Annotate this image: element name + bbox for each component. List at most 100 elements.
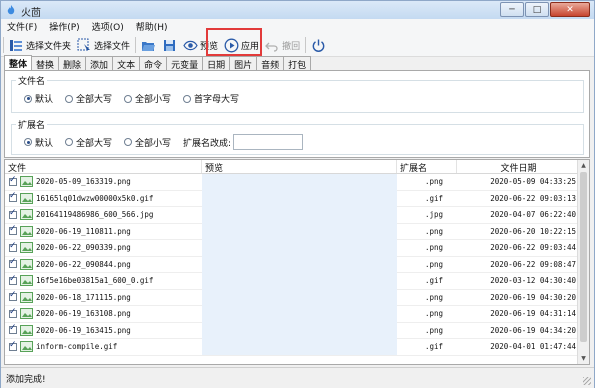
file-name: 2020-06-22_090844.png — [36, 259, 131, 269]
extension-group-label: 扩展名 — [16, 118, 48, 131]
file-name: inform-compile.gif — [36, 342, 118, 352]
tab-add[interactable]: 添加 — [85, 56, 114, 71]
tab-audio[interactable]: 音频 — [256, 56, 285, 71]
row-checkbox[interactable] — [9, 274, 17, 285]
file-thumbnail-icon — [20, 192, 33, 204]
filename-lowercase-radio[interactable]: 全部小写 — [124, 92, 171, 105]
open-button[interactable] — [138, 36, 159, 54]
file-cell: 2020-06-22_090339.png — [5, 241, 202, 254]
file-table: 文件 预览 扩展名 文件日期 2020-05-09_163319.png .png… — [4, 159, 590, 365]
tab-text[interactable]: 文本 — [112, 56, 141, 71]
tab-package[interactable]: 打包 — [283, 56, 312, 71]
undo-icon — [265, 42, 278, 52]
preview-cell — [202, 190, 397, 207]
scroll-thumb[interactable] — [580, 172, 587, 342]
file-name: 2020-06-19_163415.png — [36, 325, 131, 335]
scroll-up-icon[interactable]: ▲ — [579, 161, 588, 170]
date-cell: 2020-06-19 04:31:14 — [490, 309, 576, 319]
col-file-header[interactable]: 文件 — [5, 160, 202, 174]
minimize-button[interactable]: ─ — [500, 2, 524, 17]
scroll-down-icon[interactable]: ▼ — [579, 354, 588, 363]
power-icon — [312, 39, 325, 52]
row-checkbox[interactable] — [9, 340, 17, 351]
tab-command[interactable]: 命令 — [139, 56, 168, 71]
file-thumbnail-icon — [20, 275, 33, 287]
row-checkbox[interactable] — [9, 224, 17, 236]
table-row[interactable]: 2020-05-09_163319.png .png 2020-05-09 04:3… — [5, 173, 578, 191]
menu-help[interactable]: 帮助(H) — [130, 19, 174, 34]
menu-file[interactable]: 文件(F) — [1, 19, 43, 34]
file-name: 20164119486986_600_566.jpg — [36, 210, 154, 220]
col-date-header[interactable]: 文件日期 — [457, 160, 578, 174]
row-checkbox[interactable] — [9, 323, 17, 335]
file-name: 2020-05-09_163319.png — [36, 177, 131, 187]
select-folder-button[interactable]: 选择文件夹 — [6, 36, 74, 54]
ext-cell: .png — [425, 325, 444, 335]
maximize-button[interactable]: □ — [525, 2, 549, 17]
menu-options[interactable]: 选项(O) — [86, 19, 130, 34]
power-button[interactable] — [308, 36, 329, 54]
date-cell: 2020-04-07 06:22:40 — [490, 210, 576, 220]
tab-delete[interactable]: 删除 — [58, 56, 87, 71]
preview-cell — [202, 305, 397, 322]
table-row[interactable]: 2020-06-19_110811.png .png 2020-06-20 10:2… — [5, 223, 578, 240]
table-row[interactable]: inform-compile.gif .gif 2020-04-01 01:47:4… — [5, 338, 578, 356]
row-checkbox[interactable] — [9, 208, 17, 219]
filename-capitalize-radio[interactable]: 首字母大写 — [183, 92, 239, 105]
date-cell: 2020-03-12 04:30:40 — [490, 276, 576, 286]
file-cell: 2020-06-18_171115.png — [5, 290, 202, 303]
tab-date[interactable]: 日期 — [202, 56, 231, 71]
table-row[interactable]: 2020-06-22_090339.png .png 2020-06-22 09:0… — [5, 239, 578, 257]
table-row[interactable]: 2020-06-22_090844.png .png 2020-06-22 09:0… — [5, 256, 578, 273]
select-file-button[interactable]: 选择文件 — [74, 36, 133, 54]
row-checkbox[interactable] — [9, 191, 17, 203]
folder-list-icon — [10, 39, 22, 51]
ext-default-radio[interactable]: 默认 — [24, 136, 53, 149]
save-button[interactable] — [159, 36, 180, 54]
open-folder-icon — [142, 41, 156, 51]
row-checkbox[interactable] — [9, 175, 17, 186]
vertical-scrollbar[interactable]: ▲ ▼ — [577, 160, 589, 364]
tab-replace[interactable]: 替换 — [31, 56, 60, 71]
row-checkbox[interactable] — [9, 307, 17, 318]
filename-uppercase-radio[interactable]: 全部大写 — [65, 92, 112, 105]
ext-uppercase-radio[interactable]: 全部大写 — [65, 136, 112, 149]
tab-metavariable[interactable]: 元变量 — [166, 56, 204, 71]
undo-button[interactable]: 撤回 — [262, 36, 303, 54]
row-checkbox[interactable] — [9, 290, 17, 302]
file-thumbnail-icon — [20, 341, 33, 353]
file-name: 2020-06-22_090339.png — [36, 243, 131, 253]
file-cell: 2020-06-22_090844.png — [5, 257, 202, 270]
file-cell: 2020-06-19_110811.png — [5, 224, 202, 237]
ext-cell: .png — [425, 177, 444, 187]
ext-lowercase-radio[interactable]: 全部小写 — [124, 136, 171, 149]
col-ext-header[interactable]: 扩展名 — [397, 160, 457, 174]
row-checkbox[interactable] — [9, 241, 17, 252]
table-row[interactable]: 16165lq01dwzw00000x5k0.gif .gif 2020-06-22… — [5, 190, 578, 207]
eye-icon — [183, 40, 198, 50]
filename-group: 文件名 默认 全部大写 全部小写 首字母大写 — [11, 74, 584, 113]
file-cell: 16f5e16be03815a1_600_0.gif — [5, 274, 202, 287]
ext-cell: .png — [425, 259, 444, 269]
filename-default-radio[interactable]: 默认 — [24, 92, 53, 105]
close-button[interactable]: ✕ — [550, 2, 590, 17]
ext-change-input[interactable] — [233, 134, 304, 150]
table-row[interactable]: 2020-06-18_171115.png .png 2020-06-19 04:3… — [5, 289, 578, 306]
table-row[interactable]: 16f5e16be03815a1_600_0.gif .gif 2020-03-12… — [5, 272, 578, 290]
preview-cell — [202, 256, 397, 273]
menu-operation[interactable]: 操作(P) — [43, 19, 85, 34]
select-file-icon — [77, 38, 91, 52]
table-row[interactable]: 2020-06-19_163415.png .png 2020-06-19 04:3… — [5, 322, 578, 339]
preview-cell — [202, 272, 397, 289]
preview-cell — [202, 289, 397, 306]
file-thumbnail-icon — [20, 258, 33, 270]
table-row[interactable]: 20164119486986_600_566.jpg .jpg 2020-04-07… — [5, 206, 578, 224]
table-row[interactable]: 2020-06-19_163108.png .png 2020-06-19 04:3… — [5, 305, 578, 323]
col-preview-header[interactable]: 预览 — [202, 160, 397, 174]
file-name: 2020-06-18_171115.png — [36, 292, 131, 302]
resize-grip[interactable] — [583, 377, 591, 385]
tab-image[interactable]: 图片 — [229, 56, 258, 71]
file-thumbnail-icon — [20, 242, 33, 254]
row-checkbox[interactable] — [9, 257, 17, 269]
ext-cell: .png — [425, 292, 444, 302]
